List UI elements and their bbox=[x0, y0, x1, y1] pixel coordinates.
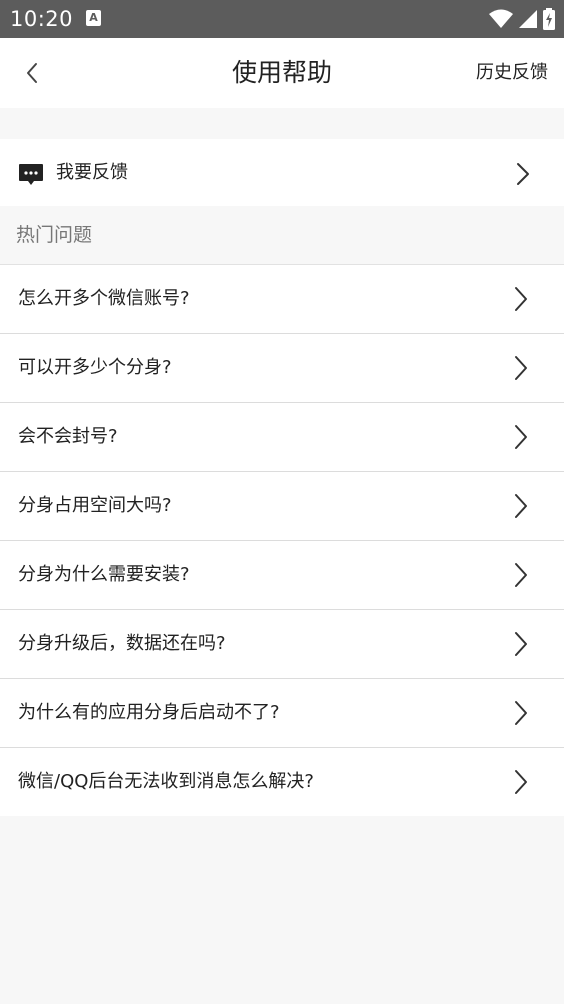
faq-list: 怎么开多个微信账号? 可以开多少个分身? 会不会封号? 分身占用空间大吗? 分身… bbox=[0, 264, 564, 816]
faq-item[interactable]: 分身升级后，数据还在吗? bbox=[0, 610, 564, 679]
faq-item[interactable]: 分身为什么需要安装? bbox=[0, 541, 564, 610]
chevron-left-icon bbox=[27, 63, 37, 83]
status-icons bbox=[488, 8, 556, 30]
chat-bubble-icon bbox=[19, 164, 43, 185]
faq-item-label: 会不会封号? bbox=[18, 426, 118, 447]
chevron-right-icon bbox=[515, 632, 527, 656]
back-button[interactable] bbox=[12, 55, 52, 91]
faq-item-label: 分身为什么需要安装? bbox=[18, 564, 190, 585]
chevron-right-icon bbox=[515, 770, 527, 794]
section-header-hot-questions: 热门问题 bbox=[16, 224, 93, 246]
faq-item-label: 为什么有的应用分身后启动不了? bbox=[18, 702, 280, 723]
feedback-label: 我要反馈 bbox=[56, 162, 128, 183]
chevron-right-icon bbox=[515, 494, 527, 518]
status-time: 10:20 bbox=[10, 7, 74, 31]
faq-item-label: 可以开多少个分身? bbox=[18, 357, 172, 378]
cellular-signal-icon bbox=[519, 10, 537, 28]
app-bar: 使用帮助 历史反馈 bbox=[0, 38, 564, 108]
faq-item[interactable]: 分身占用空间大吗? bbox=[0, 472, 564, 541]
faq-item[interactable]: 怎么开多个微信账号? bbox=[0, 265, 564, 334]
chevron-right-icon bbox=[515, 356, 527, 380]
chevron-right-icon bbox=[515, 425, 527, 449]
status-bar: 10:20 A bbox=[0, 0, 564, 38]
battery-icon bbox=[543, 8, 555, 30]
chevron-right-icon bbox=[517, 163, 529, 185]
faq-item-label: 分身占用空间大吗? bbox=[18, 495, 172, 516]
feedback-row[interactable]: 我要反馈 bbox=[0, 139, 564, 206]
faq-item[interactable]: 为什么有的应用分身后启动不了? bbox=[0, 679, 564, 748]
chevron-right-icon bbox=[515, 563, 527, 587]
faq-item[interactable]: 可以开多少个分身? bbox=[0, 334, 564, 403]
faq-item-label: 怎么开多个微信账号? bbox=[18, 288, 190, 309]
faq-item-label: 微信/QQ后台无法收到消息怎么解决? bbox=[18, 771, 314, 792]
chevron-right-icon bbox=[515, 701, 527, 725]
history-feedback-button[interactable]: 历史反馈 bbox=[476, 60, 548, 86]
notification-app-icon: A bbox=[86, 10, 101, 26]
faq-item[interactable]: 微信/QQ后台无法收到消息怎么解决? bbox=[0, 748, 564, 816]
faq-item-label: 分身升级后，数据还在吗? bbox=[18, 633, 226, 654]
wifi-icon bbox=[489, 9, 513, 28]
faq-item[interactable]: 会不会封号? bbox=[0, 403, 564, 472]
chevron-right-icon bbox=[515, 287, 527, 311]
